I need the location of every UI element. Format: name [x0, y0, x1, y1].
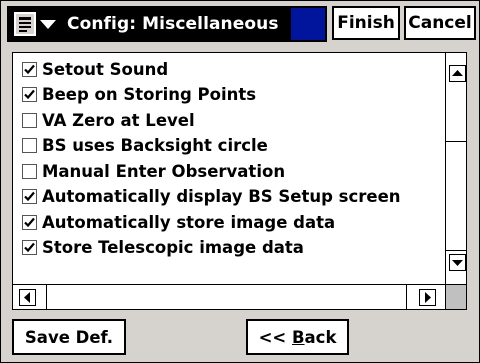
arrow-left-icon	[24, 292, 30, 303]
menu-button[interactable]	[13, 10, 67, 38]
option-label: Store Telescopic image data	[42, 238, 304, 257]
option-checkbox[interactable]	[22, 61, 37, 77]
option-row[interactable]: BS uses Backsight circle	[22, 134, 268, 158]
horizontal-scroll-thumb[interactable]	[46, 285, 407, 309]
window-title: Config: Miscellaneous	[67, 14, 279, 34]
horizontal-scrollbar[interactable]	[13, 284, 445, 309]
checkmark-icon	[24, 217, 35, 227]
back-button-prefix: <<	[258, 327, 292, 347]
option-checkbox[interactable]	[22, 87, 37, 102]
checkmark-icon	[24, 89, 35, 100]
checkmark-icon	[24, 191, 35, 202]
dialog-window: Config: Miscellaneous Finish Cancel Seto…	[0, 0, 480, 363]
option-row[interactable]: Automatically store image data	[22, 210, 335, 234]
option-row[interactable]: Automatically display BS Setup screen	[22, 185, 401, 209]
option-label: BS uses Backsight circle	[42, 136, 268, 155]
option-label: Automatically store image data	[42, 212, 336, 232]
title-panel: Config: Miscellaneous	[7, 6, 327, 42]
title-bar: Config: Miscellaneous Finish Cancel	[1, 1, 479, 47]
option-label: Manual Enter Observation	[42, 161, 286, 181]
vertical-scrollbar[interactable]	[445, 53, 466, 284]
vertical-scroll-thumb[interactable]	[445, 141, 466, 251]
arrow-right-icon	[425, 292, 431, 303]
option-row[interactable]: Setout Sound	[22, 57, 168, 81]
scroll-up-button[interactable]	[449, 65, 466, 82]
arrow-down-icon	[452, 260, 463, 266]
finish-button[interactable]: Finish	[332, 6, 400, 40]
option-label: VA Zero at Level	[42, 110, 195, 130]
option-label: Beep on Storing Points	[42, 85, 257, 104]
option-checkbox[interactable]	[22, 138, 37, 153]
checkmark-icon	[24, 64, 35, 74]
option-row[interactable]: VA Zero at Level	[22, 108, 195, 132]
scroll-down-button[interactable]	[449, 254, 466, 271]
save-default-button[interactable]: Save Def.	[12, 319, 126, 355]
option-checkbox[interactable]	[22, 214, 37, 230]
arrow-up-icon	[452, 70, 463, 76]
option-row[interactable]: Store Telescopic image data	[22, 236, 304, 260]
option-checkbox[interactable]	[22, 163, 37, 179]
option-checkbox[interactable]	[22, 240, 37, 255]
option-checkbox[interactable]	[22, 189, 37, 204]
document-menu-icon	[13, 11, 63, 37]
title-accent-block	[291, 8, 325, 40]
option-row[interactable]: Beep on Storing Points	[22, 83, 256, 107]
options-list: Setout Sound Beep on Storing Points VA Zer…	[12, 52, 467, 310]
cancel-button[interactable]: Cancel	[404, 6, 476, 40]
option-label: Automatically display BS Setup screen	[42, 187, 401, 206]
scroll-left-button[interactable]	[19, 289, 36, 306]
option-row[interactable]: Manual Enter Observation	[22, 159, 285, 183]
back-button-rest: ack	[304, 327, 337, 347]
option-checkbox[interactable]	[22, 112, 37, 128]
scrollbar-corner	[445, 284, 466, 309]
scroll-right-button[interactable]	[419, 289, 436, 306]
checkmark-icon	[24, 242, 35, 253]
back-button-mnemonic: B	[291, 327, 305, 347]
back-button[interactable]: << Back	[246, 319, 349, 355]
option-label: Setout Sound	[42, 59, 169, 79]
